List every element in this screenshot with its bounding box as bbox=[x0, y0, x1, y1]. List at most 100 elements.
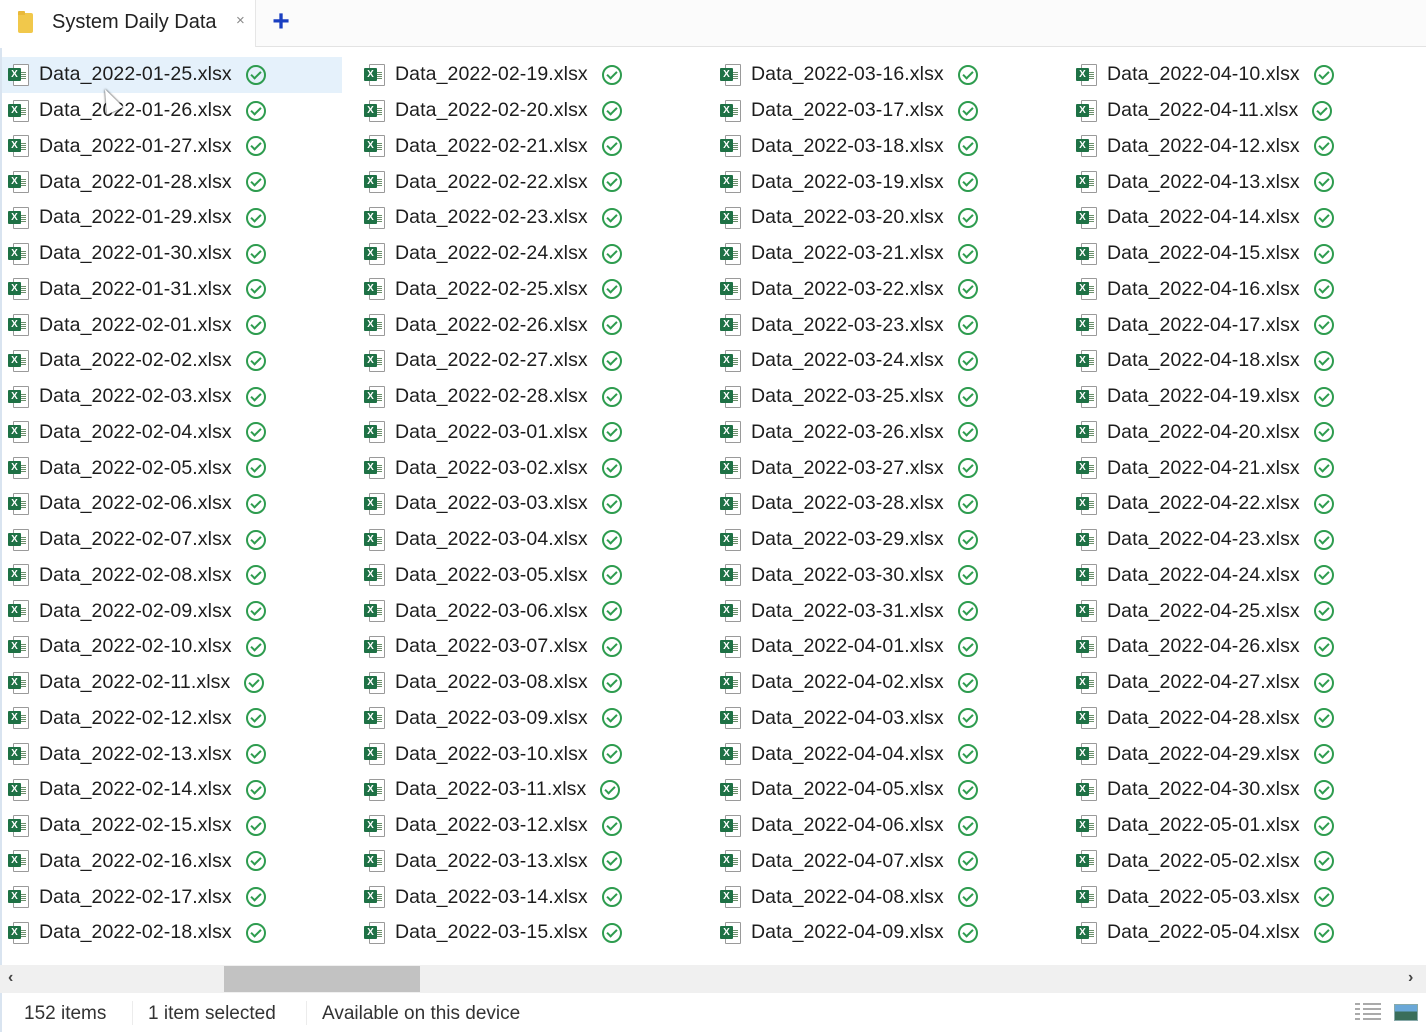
scroll-left-arrow-icon[interactable]: ‹ bbox=[8, 969, 13, 987]
file-item[interactable]: X Data_2022-02-03.xlsx bbox=[2, 379, 342, 415]
file-item[interactable]: X Data_2022-04-17.xlsx bbox=[1070, 307, 1410, 343]
file-item[interactable]: X Data_2022-02-06.xlsx bbox=[2, 486, 342, 522]
file-item[interactable]: X Data_2022-03-27.xlsx bbox=[714, 450, 1054, 486]
file-item[interactable]: X Data_2022-04-24.xlsx bbox=[1070, 558, 1410, 594]
file-item[interactable]: X Data_2022-03-31.xlsx bbox=[714, 593, 1054, 629]
file-item[interactable]: X Data_2022-04-29.xlsx bbox=[1070, 736, 1410, 772]
large-icons-view-icon[interactable] bbox=[1394, 1001, 1420, 1023]
file-item[interactable]: X Data_2022-02-13.xlsx bbox=[2, 736, 342, 772]
file-item[interactable]: X Data_2022-02-20.xlsx bbox=[358, 93, 698, 129]
file-item[interactable]: X Data_2022-03-03.xlsx bbox=[358, 486, 698, 522]
file-item[interactable]: X Data_2022-03-16.xlsx bbox=[714, 57, 1054, 93]
file-item[interactable]: X Data_2022-03-04.xlsx bbox=[358, 522, 698, 558]
file-item[interactable]: X Data_2022-04-22.xlsx bbox=[1070, 486, 1410, 522]
file-item[interactable]: X Data_2022-03-20.xlsx bbox=[714, 200, 1054, 236]
file-item[interactable]: X Data_2022-04-16.xlsx bbox=[1070, 272, 1410, 308]
file-item[interactable]: X Data_2022-02-05.xlsx bbox=[2, 450, 342, 486]
file-item[interactable]: X Data_2022-02-16.xlsx bbox=[2, 844, 342, 880]
file-item[interactable]: X Data_2022-03-24.xlsx bbox=[714, 343, 1054, 379]
file-item[interactable]: X Data_2022-02-02.xlsx bbox=[2, 343, 342, 379]
file-item[interactable]: X Data_2022-03-28.xlsx bbox=[714, 486, 1054, 522]
file-item[interactable]: X Data_2022-04-25.xlsx bbox=[1070, 593, 1410, 629]
file-item[interactable]: X Data_2022-02-08.xlsx bbox=[2, 558, 342, 594]
file-item[interactable]: X Data_2022-03-10.xlsx bbox=[358, 736, 698, 772]
file-item[interactable]: X Data_2022-02-07.xlsx bbox=[2, 522, 342, 558]
file-item[interactable]: X Data_2022-03-25.xlsx bbox=[714, 379, 1054, 415]
file-item[interactable]: X Data_2022-04-06.xlsx bbox=[714, 808, 1054, 844]
file-item[interactable]: X Data_2022-04-11.xlsx bbox=[1070, 93, 1410, 129]
file-item[interactable]: X Data_2022-03-17.xlsx bbox=[714, 93, 1054, 129]
file-item[interactable]: X Data_2022-03-12.xlsx bbox=[358, 808, 698, 844]
file-item[interactable]: X Data_2022-04-04.xlsx bbox=[714, 736, 1054, 772]
file-item[interactable]: X Data_2022-05-04.xlsx bbox=[1070, 915, 1410, 951]
file-item[interactable]: X Data_2022-02-19.xlsx bbox=[358, 57, 698, 93]
file-item[interactable]: X Data_2022-02-25.xlsx bbox=[358, 272, 698, 308]
file-item[interactable]: X Data_2022-02-04.xlsx bbox=[2, 415, 342, 451]
scroll-right-arrow-icon[interactable]: › bbox=[1408, 969, 1413, 987]
file-item[interactable]: X Data_2022-03-06.xlsx bbox=[358, 593, 698, 629]
scrollbar-thumb[interactable] bbox=[224, 966, 420, 992]
file-item[interactable]: X Data_2022-02-01.xlsx bbox=[2, 307, 342, 343]
file-item[interactable]: X Data_2022-03-11.xlsx bbox=[358, 772, 698, 808]
file-item[interactable]: X Data_2022-04-02.xlsx bbox=[714, 665, 1054, 701]
file-item[interactable]: X Data_2022-02-09.xlsx bbox=[2, 593, 342, 629]
file-item[interactable]: X Data_2022-02-27.xlsx bbox=[358, 343, 698, 379]
file-item[interactable]: X Data_2022-03-07.xlsx bbox=[358, 629, 698, 665]
file-item[interactable]: X Data_2022-04-01.xlsx bbox=[714, 629, 1054, 665]
file-item[interactable]: X Data_2022-02-28.xlsx bbox=[358, 379, 698, 415]
file-item[interactable]: X Data_2022-04-12.xlsx bbox=[1070, 129, 1410, 165]
file-item[interactable]: X Data_2022-03-15.xlsx bbox=[358, 915, 698, 951]
file-item[interactable]: X Data_2022-01-31.xlsx bbox=[2, 272, 342, 308]
file-item[interactable]: X Data_2022-05-01.xlsx bbox=[1070, 808, 1410, 844]
file-item[interactable]: X Data_2022-05-02.xlsx bbox=[1070, 844, 1410, 880]
file-item[interactable]: X Data_2022-04-14.xlsx bbox=[1070, 200, 1410, 236]
file-item[interactable]: X Data_2022-01-27.xlsx bbox=[2, 129, 342, 165]
file-item[interactable]: X Data_2022-04-20.xlsx bbox=[1070, 415, 1410, 451]
file-item[interactable]: X Data_2022-01-28.xlsx bbox=[2, 164, 342, 200]
file-item[interactable]: X Data_2022-04-08.xlsx bbox=[714, 879, 1054, 915]
file-item[interactable]: X Data_2022-04-03.xlsx bbox=[714, 701, 1054, 737]
file-item[interactable]: X Data_2022-03-13.xlsx bbox=[358, 844, 698, 880]
tab-system-daily-data[interactable]: System Daily Data × bbox=[0, 0, 256, 47]
file-item[interactable]: X Data_2022-01-30.xlsx bbox=[2, 236, 342, 272]
horizontal-scrollbar[interactable]: ‹ › bbox=[0, 965, 1426, 993]
file-item[interactable]: X Data_2022-02-15.xlsx bbox=[2, 808, 342, 844]
file-item[interactable]: X Data_2022-02-11.xlsx bbox=[2, 665, 342, 701]
file-item[interactable]: X Data_2022-03-29.xlsx bbox=[714, 522, 1054, 558]
file-item[interactable]: X Data_2022-04-13.xlsx bbox=[1070, 164, 1410, 200]
file-item[interactable]: X Data_2022-04-15.xlsx bbox=[1070, 236, 1410, 272]
file-item[interactable]: X Data_2022-03-05.xlsx bbox=[358, 558, 698, 594]
file-item[interactable]: X Data_2022-03-19.xlsx bbox=[714, 164, 1054, 200]
file-item[interactable]: X Data_2022-04-18.xlsx bbox=[1070, 343, 1410, 379]
file-item[interactable]: X Data_2022-03-22.xlsx bbox=[714, 272, 1054, 308]
file-item[interactable]: X Data_2022-01-29.xlsx bbox=[2, 200, 342, 236]
file-item[interactable]: X Data_2022-02-12.xlsx bbox=[2, 701, 342, 737]
close-tab-icon[interactable]: × bbox=[236, 12, 245, 29]
file-item[interactable]: X Data_2022-04-28.xlsx bbox=[1070, 701, 1410, 737]
file-item[interactable]: X Data_2022-04-23.xlsx bbox=[1070, 522, 1410, 558]
new-tab-button[interactable]: + bbox=[268, 6, 294, 38]
file-item[interactable]: X Data_2022-04-05.xlsx bbox=[714, 772, 1054, 808]
file-item[interactable]: X Data_2022-03-30.xlsx bbox=[714, 558, 1054, 594]
file-item[interactable]: X Data_2022-03-21.xlsx bbox=[714, 236, 1054, 272]
file-item[interactable]: X Data_2022-04-27.xlsx bbox=[1070, 665, 1410, 701]
file-item[interactable]: X Data_2022-05-03.xlsx bbox=[1070, 879, 1410, 915]
file-item[interactable]: X Data_2022-03-09.xlsx bbox=[358, 701, 698, 737]
file-item[interactable]: X Data_2022-03-14.xlsx bbox=[358, 879, 698, 915]
file-item[interactable]: X Data_2022-04-09.xlsx bbox=[714, 915, 1054, 951]
file-item[interactable]: X Data_2022-02-14.xlsx bbox=[2, 772, 342, 808]
details-view-icon[interactable] bbox=[1355, 1001, 1381, 1023]
file-item[interactable]: X Data_2022-02-22.xlsx bbox=[358, 164, 698, 200]
file-item[interactable]: X Data_2022-02-21.xlsx bbox=[358, 129, 698, 165]
file-item[interactable]: X Data_2022-03-26.xlsx bbox=[714, 415, 1054, 451]
file-item[interactable]: X Data_2022-01-26.xlsx bbox=[2, 93, 342, 129]
file-item[interactable]: X Data_2022-03-01.xlsx bbox=[358, 415, 698, 451]
file-item[interactable]: X Data_2022-04-26.xlsx bbox=[1070, 629, 1410, 665]
file-item[interactable]: X Data_2022-02-26.xlsx bbox=[358, 307, 698, 343]
file-item[interactable]: X Data_2022-03-02.xlsx bbox=[358, 450, 698, 486]
file-item[interactable]: X Data_2022-04-21.xlsx bbox=[1070, 450, 1410, 486]
file-item[interactable]: X Data_2022-03-18.xlsx bbox=[714, 129, 1054, 165]
file-item[interactable]: X Data_2022-02-10.xlsx bbox=[2, 629, 342, 665]
file-item[interactable]: X Data_2022-04-07.xlsx bbox=[714, 844, 1054, 880]
file-item[interactable]: X Data_2022-04-30.xlsx bbox=[1070, 772, 1410, 808]
